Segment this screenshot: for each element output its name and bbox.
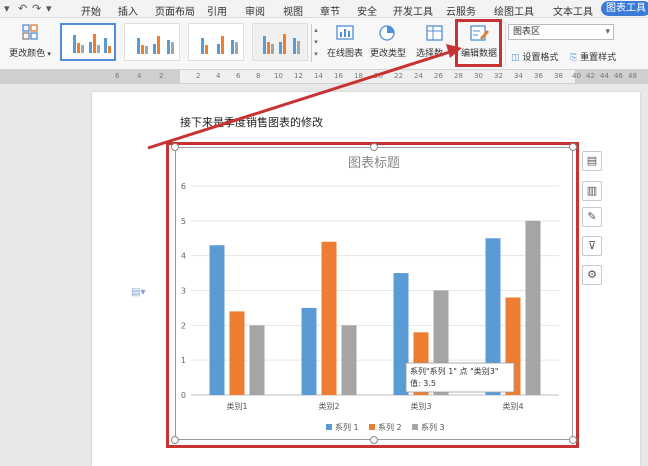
y-tick-label: 6 (181, 182, 186, 191)
y-tick-label: 4 (181, 252, 186, 261)
bar-series-1-类别2 (301, 307, 317, 395)
bar-series-1-类别1 (209, 245, 225, 395)
legend-swatch-1 (326, 424, 332, 430)
y-tick-label: 3 (181, 287, 186, 296)
chart-elements-icon: ▤ (586, 154, 598, 167)
bar-chart[interactable]: 图表标题 0 1 2 3 4 5 6 类别1 类别2 类别3 类别4 系列 1 系列 2 系列 3 系列"系列… (176, 148, 572, 439)
brush-icon: ✎ (587, 210, 597, 223)
y-tick-label: 5 (181, 217, 186, 226)
legend-swatch-3 (412, 424, 418, 430)
legend-label-2: 系列 2 (378, 422, 402, 432)
legend-label-1: 系列 1 (335, 422, 359, 432)
x-tick-label: 类别1 (226, 401, 247, 411)
bar-series-2-类别1 (229, 311, 245, 395)
bar-series-3-类别4 (525, 220, 541, 395)
chart-settings-button[interactable]: ⚙ (582, 265, 602, 285)
y-tick-label: 1 (181, 356, 186, 365)
x-tick-label: 类别3 (410, 401, 431, 411)
bar-series-2-类别2 (321, 241, 337, 395)
x-tick-label: 类别2 (318, 401, 339, 411)
x-tick-label: 类别4 (502, 401, 523, 411)
legend-label-3: 系列 3 (421, 422, 445, 432)
bar-series-3-类别2 (341, 325, 357, 395)
chart-elements-button[interactable]: ▤ (582, 151, 602, 171)
y-tick-label: 0 (181, 391, 186, 400)
chart-brush-button[interactable]: ✎ (582, 207, 602, 227)
tooltip-line1: 系列"系列 1" 点 "类别3" (410, 366, 499, 376)
chart-filter-button[interactable]: ⊽ (582, 236, 602, 256)
tooltip-line2: 值: 3.5 (410, 378, 436, 388)
bar-chart-icon: ▥ (586, 184, 598, 197)
gear-icon: ⚙ (587, 268, 597, 281)
bar-series-3-类别1 (249, 325, 265, 395)
y-tick-label: 2 (181, 321, 186, 330)
chart-title: 图表标题 (348, 156, 400, 171)
filter-icon: ⊽ (587, 239, 597, 252)
legend-swatch-2 (369, 424, 375, 430)
chart-styles-button[interactable]: ▥ (582, 181, 602, 201)
